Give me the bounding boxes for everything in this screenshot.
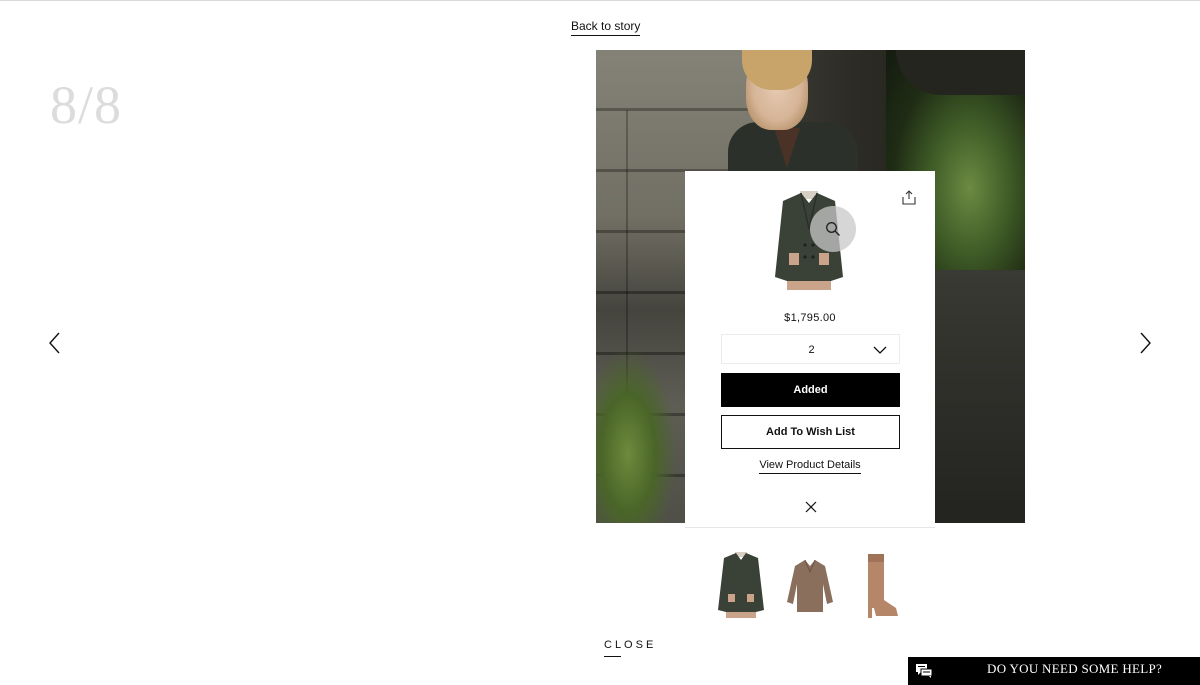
thumbnail-boot[interactable]	[852, 550, 906, 622]
chevron-right-icon	[1140, 332, 1151, 354]
view-product-details-label: View Product Details	[759, 459, 861, 474]
thumbnail-jacket[interactable]	[714, 550, 768, 622]
zoom-icon	[826, 222, 840, 236]
close-button[interactable]: CLOSE	[604, 639, 656, 651]
quantity-select[interactable]: 2	[721, 334, 900, 364]
product-price: $1,795.00	[784, 312, 836, 324]
view-product-details-link[interactable]: View Product Details	[685, 459, 935, 474]
zoom-button[interactable]	[810, 206, 856, 252]
foliage	[596, 350, 676, 523]
help-text: DO YOU NEED SOME HELP?	[987, 661, 1163, 676]
slide-counter: 8/8	[50, 75, 123, 135]
product-quick-view: $1,795.00 2 Added Add To Wish List View …	[685, 171, 935, 528]
close-icon[interactable]	[804, 500, 818, 514]
thumbnail-blouse[interactable]	[783, 550, 837, 622]
next-slide-button[interactable]	[1133, 330, 1157, 356]
chevron-down-icon	[873, 346, 887, 354]
chevron-left-icon	[49, 332, 60, 354]
help-chat-bar[interactable]: DO YOU NEED SOME HELP?	[908, 657, 1200, 685]
close-underline	[604, 656, 621, 657]
previous-slide-button[interactable]	[44, 330, 68, 356]
add-to-bag-button[interactable]: Added	[721, 373, 900, 407]
top-divider	[0, 0, 1200, 1]
share-icon[interactable]	[900, 188, 918, 206]
back-to-story-link[interactable]: Back to story	[571, 19, 641, 36]
add-to-wishlist-button[interactable]: Add To Wish List	[721, 415, 900, 449]
chat-icon	[916, 664, 933, 678]
